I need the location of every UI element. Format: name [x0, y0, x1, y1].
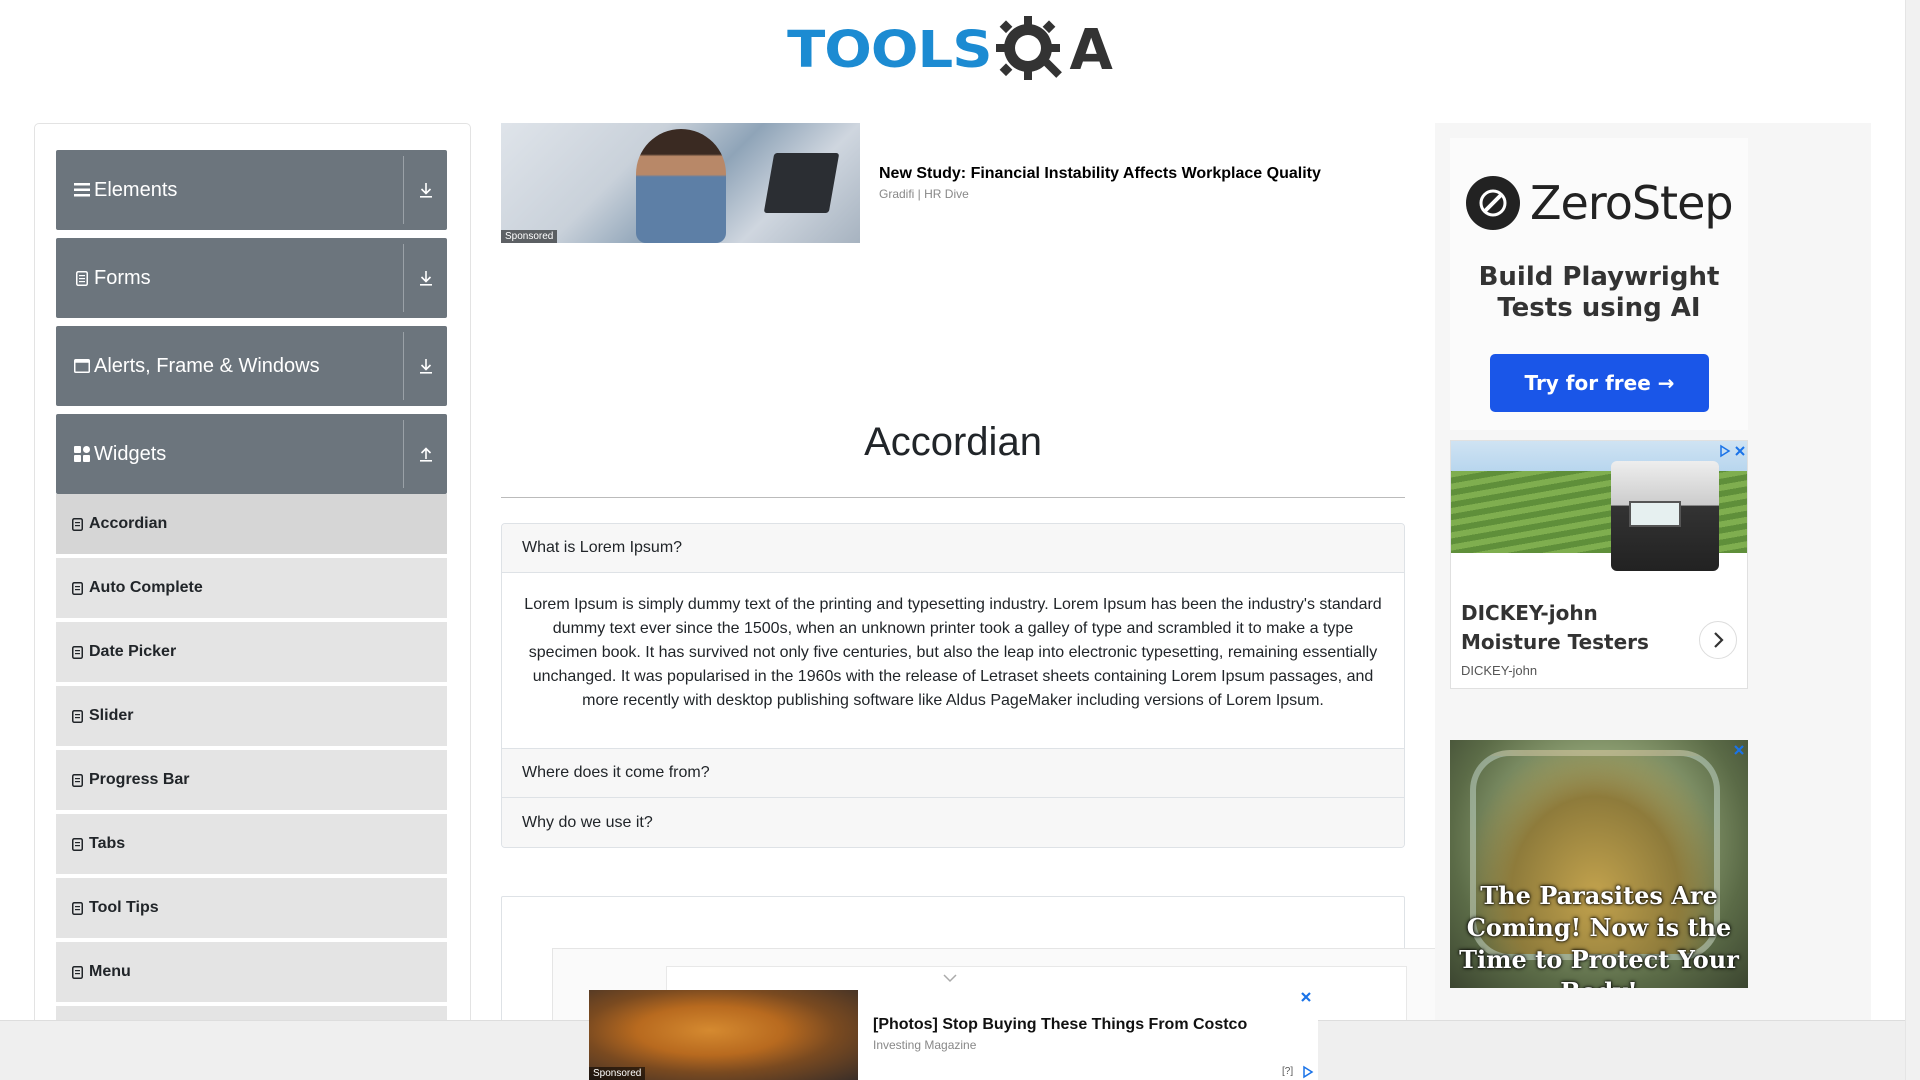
page-title: Accordian	[864, 420, 1042, 464]
ad-headline[interactable]: The Parasites Are Coming! Now is the Tim…	[1450, 880, 1748, 988]
ad-title[interactable]: [Photos] Stop Buying These Things From C…	[873, 1016, 1247, 1034]
widgets-icon	[74, 446, 90, 462]
sidebar-item-auto-complete[interactable]: Auto Complete	[56, 558, 447, 619]
ad-image	[1451, 441, 1747, 571]
group-elements[interactable]: Elements	[56, 150, 447, 230]
list-icon	[71, 517, 83, 531]
group-label: Alerts, Frame & Windows	[94, 354, 320, 377]
accordion-header-where-from[interactable]: Where does it come from?	[502, 749, 1404, 798]
list-icon	[71, 645, 83, 659]
list-icon	[71, 709, 83, 723]
accordion-header-why-use[interactable]: Why do we use it?	[502, 798, 1404, 847]
upload-icon[interactable]	[404, 414, 447, 494]
ad-source: DICKEY-john	[1461, 663, 1538, 678]
ad-image: Sponsored	[589, 990, 858, 1080]
zerostep-tagline: Build Playwright Tests using AI	[1478, 262, 1720, 323]
sponsored-badge: Sponsored	[589, 1067, 646, 1080]
ad-title[interactable]: New Study: Financial Instability Affects…	[879, 165, 1321, 183]
group-label: Widgets	[94, 442, 167, 465]
sidebar-item-label: Date Picker	[89, 643, 177, 660]
sponsored-ad-top[interactable]: Sponsored New Study: Financial Instabili…	[501, 123, 1405, 243]
chevron-right-icon[interactable]	[1699, 621, 1737, 659]
list-icon	[71, 965, 83, 979]
try-for-free-button[interactable]: Try for free →	[1490, 354, 1709, 412]
ad-image: Sponsored	[501, 123, 860, 243]
sidebar-item-accordian[interactable]: Accordian	[56, 494, 447, 555]
zerostep-logo-icon	[1466, 176, 1520, 230]
sidebar-item-progress-bar[interactable]: Progress Bar	[56, 750, 447, 811]
ad-image-device-screen	[1629, 501, 1681, 527]
accordion-header-what-is-lorem[interactable]: What is Lorem Ipsum?	[502, 524, 1404, 573]
list-icon	[71, 837, 83, 851]
list-icon	[71, 773, 83, 787]
zerostep-logo: ZeroStep	[1466, 176, 1734, 230]
ad-source: Gradifi | HR Dive	[879, 187, 969, 201]
group-label: Elements	[94, 178, 178, 201]
toolsqa-logo[interactable]: TOOLS A	[787, 14, 1113, 86]
gear-q-icon	[995, 16, 1062, 80]
document-icon	[74, 270, 90, 286]
ad-photo-monitor	[763, 153, 840, 213]
logo-text: TOOLS	[787, 20, 992, 80]
left-panel: Elements Forms Alerts, Frame & Windows W…	[34, 123, 471, 1080]
group-label: Forms	[94, 266, 151, 289]
sidebar-item-label: Accordian	[89, 515, 168, 532]
list-icon	[71, 901, 83, 915]
title-divider	[501, 497, 1405, 498]
logo-a: A	[1069, 17, 1113, 83]
download-icon[interactable]	[404, 238, 447, 318]
group-alerts-frame-windows[interactable]: Alerts, Frame & Windows	[56, 326, 447, 406]
hamburger-icon	[74, 182, 90, 198]
sidebar-item-label: Tabs	[89, 835, 126, 852]
accordion: What is Lorem Ipsum? Lorem Ipsum is simp…	[501, 523, 1405, 848]
ad-help-link[interactable]: [?]	[1282, 1066, 1293, 1077]
sidebar-item-label: Progress Bar	[89, 771, 190, 788]
sidebar-item-menu[interactable]: Menu	[56, 942, 447, 1003]
sidebar-item-tabs[interactable]: Tabs	[56, 814, 447, 875]
adchoices-icon[interactable]	[1718, 444, 1732, 458]
page-scrollbar[interactable]	[1905, 0, 1920, 1080]
close-icon[interactable]	[1299, 990, 1313, 1004]
chevron-down-icon[interactable]	[942, 972, 958, 984]
adchoices-icon[interactable]	[1301, 1065, 1315, 1079]
group-forms[interactable]: Forms	[56, 238, 447, 318]
ad-title[interactable]: DICKEY-john Moisture Testers	[1461, 599, 1691, 657]
zerostep-name: ZeroStep	[1530, 176, 1734, 230]
download-icon[interactable]	[404, 326, 447, 406]
sidebar-item-slider[interactable]: Slider	[56, 686, 447, 747]
site-header: TOOLS A	[0, 0, 1905, 100]
zerostep-ad[interactable]: ZeroStep Build Playwright Tests using AI…	[1450, 138, 1748, 430]
window-icon	[74, 358, 90, 374]
close-icon[interactable]	[1732, 743, 1746, 757]
sidebar-item-label: Tool Tips	[89, 899, 159, 916]
sticky-ad[interactable]: Sponsored [Photos] Stop Buying These Thi…	[589, 990, 1318, 1080]
dickey-john-ad[interactable]: DICKEY-john Moisture Testers DICKEY-john	[1450, 440, 1748, 689]
sidebar-item-date-picker[interactable]: Date Picker	[56, 622, 447, 683]
close-icon[interactable]	[1733, 444, 1747, 458]
group-widgets[interactable]: Widgets	[56, 414, 447, 494]
sidebar-item-label: Menu	[89, 963, 131, 980]
parasite-ad[interactable]: The Parasites Are Coming! Now is the Tim…	[1450, 740, 1748, 988]
sponsored-badge: Sponsored	[501, 230, 558, 243]
accordion-body: Lorem Ipsum is simply dummy text of the …	[502, 573, 1404, 749]
ad-source: Investing Magazine	[873, 1038, 977, 1052]
sidebar-item-label: Auto Complete	[89, 579, 203, 596]
sidebar-item-label: Slider	[89, 707, 134, 724]
sidebar-item-tool-tips[interactable]: Tool Tips	[56, 878, 447, 939]
ad-photo-person	[636, 129, 726, 243]
list-icon	[71, 581, 83, 595]
download-icon[interactable]	[404, 150, 447, 230]
